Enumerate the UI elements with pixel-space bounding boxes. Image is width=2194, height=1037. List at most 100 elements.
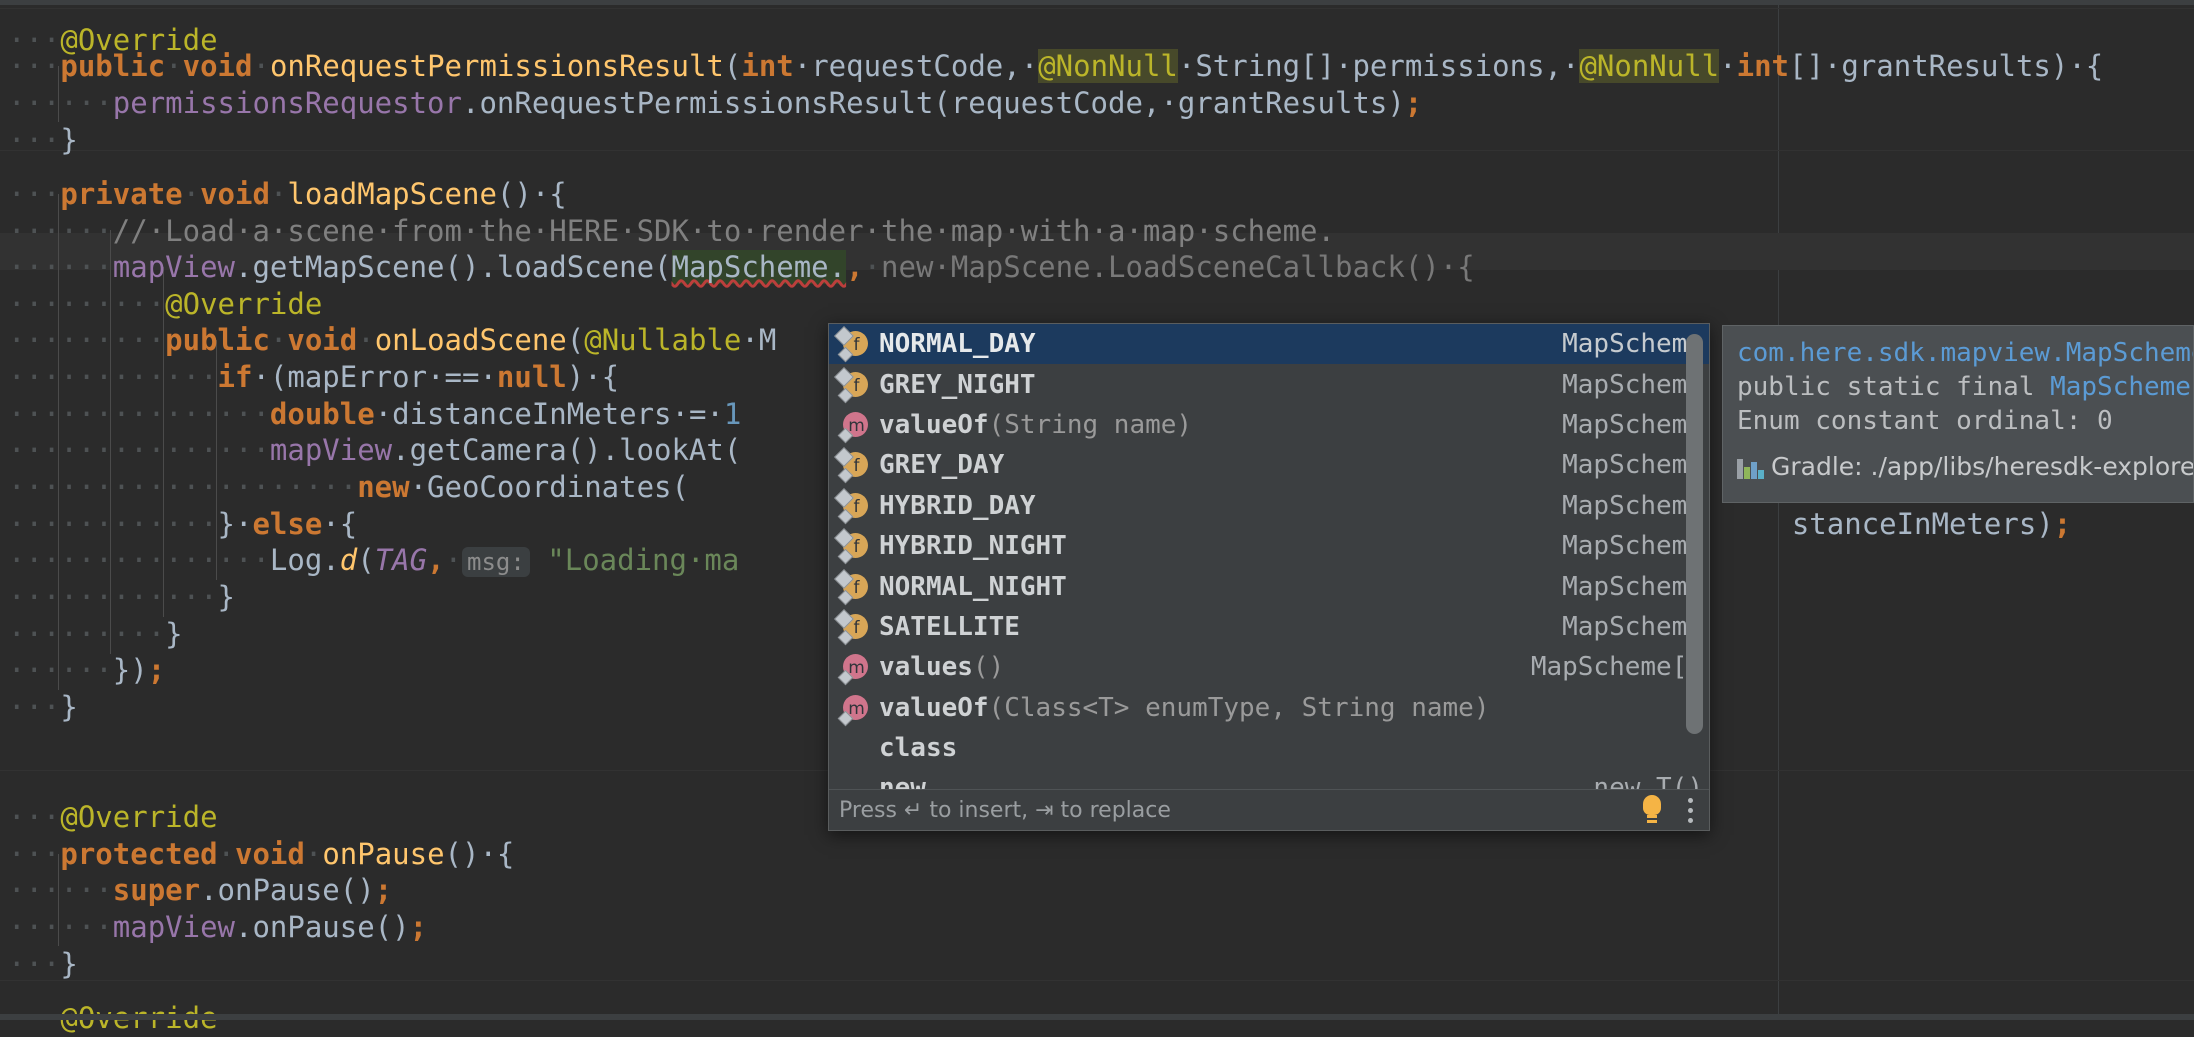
- gradle-icon: [1737, 455, 1763, 479]
- code-token: ·String[]·permissions,·: [1178, 49, 1580, 83]
- code-token: (: [357, 543, 374, 577]
- code-token: ·········: [60, 580, 217, 614]
- code-token: .getMapScene().loadScene(: [235, 250, 672, 284]
- completion-item-type: MapScheme: [1562, 491, 1703, 521]
- completion-item[interactable]: fGREY_DAYMapScheme: [829, 445, 1709, 485]
- code-token: double: [270, 397, 375, 431]
- lightbulb-icon[interactable]: [1639, 795, 1665, 825]
- method-icon: m: [839, 652, 869, 682]
- completion-item[interactable]: fHYBRID_DAYMapScheme: [829, 486, 1709, 526]
- code-token: void: [287, 323, 357, 357]
- code-token: }: [165, 617, 182, 651]
- completion-item[interactable]: newnew T(): [829, 768, 1709, 791]
- doc-signature-line: public static final MapScheme: [1737, 370, 2179, 404]
- code-token: }): [113, 653, 148, 687]
- editor-bottom-strip[interactable]: [0, 1014, 2194, 1020]
- method-icon: m: [839, 410, 869, 440]
- completion-item-list[interactable]: fNORMAL_DAYMapSchemefGREY_NIGHTMapScheme…: [829, 324, 1709, 791]
- completion-item[interactable]: fSATELLITEMapScheme: [829, 607, 1709, 647]
- completion-item[interactable]: m valueOf(String name) MapScheme: [829, 405, 1709, 445]
- doc-library-row: Gradle: ./app/libs/heresdk-explore-: [1737, 450, 2179, 484]
- code-token: super: [113, 873, 200, 907]
- code-token: ···: [8, 580, 60, 614]
- code-token: ······: [60, 323, 165, 357]
- code-token: null: [497, 360, 567, 394]
- code-token: ·········: [60, 507, 217, 541]
- code-line[interactable]: ······permissionsRequestor.onRequestPerm…: [0, 85, 2194, 122]
- code-token: @Override: [165, 287, 322, 321]
- code-token: void: [183, 49, 253, 83]
- code-line[interactable]: ······mapView.getMapScene().loadScene(Ma…: [0, 249, 2194, 286]
- code-token: mapView: [113, 250, 235, 284]
- code-token: ·: [864, 250, 881, 284]
- code-token: else: [252, 507, 322, 541]
- code-line[interactable]: ···private·void·loadMapScene()·{: [0, 176, 2194, 213]
- code-token: ·················: [60, 470, 357, 504]
- code-token: public: [165, 323, 270, 357]
- doc-signature-type: MapScheme: [2050, 372, 2191, 402]
- code-token: }: [60, 690, 77, 724]
- code-token: ;: [375, 873, 392, 907]
- completion-item[interactable]: class: [829, 728, 1709, 768]
- field-icon: f: [839, 612, 869, 642]
- completion-item-label: GREY_DAY: [879, 450, 1544, 480]
- code-token: ;: [410, 910, 427, 944]
- code-line[interactable]: ······super.onPause();: [0, 872, 2194, 909]
- code-token: onPause: [322, 837, 444, 871]
- code-token: mapView: [113, 910, 235, 944]
- code-token: ···: [8, 214, 60, 248]
- code-token: "Loading·ma: [547, 543, 739, 577]
- code-token: ···: [60, 910, 112, 944]
- code-token: ···: [8, 360, 60, 394]
- code-token: ···: [8, 800, 60, 834]
- completion-item-label: values(): [879, 652, 1513, 682]
- completion-item-type: MapScheme: [1562, 410, 1703, 440]
- code-token: ···: [8, 837, 60, 871]
- code-line[interactable]: ···}: [0, 122, 2194, 159]
- code-token: )·{: [567, 360, 619, 394]
- completion-item[interactable]: fNORMAL_DAYMapScheme: [829, 324, 1709, 364]
- code-line[interactable]: ·········@Override: [0, 286, 2194, 323]
- code-token: ···: [8, 507, 60, 541]
- completion-item[interactable]: fGREY_NIGHTMapScheme: [829, 364, 1709, 404]
- completion-item[interactable]: fHYBRID_NIGHTMapScheme: [829, 526, 1709, 566]
- completion-scrollbar-track[interactable]: [1689, 328, 1706, 787]
- completion-item-type: MapScheme: [1562, 370, 1703, 400]
- vertical-dots-icon[interactable]: [1683, 795, 1697, 825]
- code-token: ···: [8, 86, 60, 120]
- field-icon: f: [839, 450, 869, 480]
- code-completion-popup[interactable]: fNORMAL_DAYMapSchemefGREY_NIGHTMapScheme…: [828, 323, 1710, 831]
- code-token: @Nullable: [584, 323, 741, 357]
- field-icon: f: [839, 572, 869, 602]
- code-token: ············: [60, 397, 270, 431]
- completion-scrollbar-thumb[interactable]: [1686, 334, 1703, 734]
- completion-item[interactable]: fNORMAL_NIGHTMapScheme: [829, 566, 1709, 606]
- code-token: onLoadScene: [375, 323, 567, 357]
- doc-library-text: Gradle: ./app/libs/heresdk-explore-: [1771, 450, 2194, 484]
- code-line[interactable]: ···public·void·onRequestPermissionsResul…: [0, 48, 2194, 85]
- code-token: ···: [8, 470, 60, 504]
- documentation-tooltip: com.here.sdk.mapview.MapScheme public st…: [1722, 325, 2194, 503]
- completion-item[interactable]: mvalues()MapScheme[]: [829, 647, 1709, 687]
- code-token: ·M: [741, 323, 776, 357]
- code-line[interactable]: ······mapView.onPause();: [0, 909, 2194, 946]
- code-token: (: [567, 323, 584, 357]
- code-token: .onPause(): [200, 873, 375, 907]
- code-token: ···: [8, 617, 60, 651]
- code-token: Log: [270, 543, 322, 577]
- code-token: ·: [479, 360, 496, 394]
- code-token: new: [357, 470, 409, 504]
- completion-item-label: valueOf(String name): [879, 410, 1544, 440]
- code-token: ·{: [322, 507, 357, 541]
- code-token: (: [724, 49, 741, 83]
- completion-footer: Press ↵ to insert, ⇥ to replace: [829, 789, 1709, 830]
- completion-item-label: NORMAL_DAY: [879, 329, 1544, 359]
- code-token: int: [1737, 49, 1789, 83]
- code-token: ···: [8, 49, 60, 83]
- code-line[interactable]: ···protected·void·onPause()·{: [0, 836, 2194, 873]
- code-token: ···: [8, 873, 60, 907]
- completion-item[interactable]: mvalueOf(Class<T> enumType, String name)…: [829, 688, 1709, 728]
- completion-item-label: NORMAL_NIGHT: [879, 572, 1544, 602]
- code-line[interactable]: ···}: [0, 946, 2194, 983]
- code-line[interactable]: ······//·Load·a·scene·from·the·HERE·SDK·…: [0, 213, 2194, 250]
